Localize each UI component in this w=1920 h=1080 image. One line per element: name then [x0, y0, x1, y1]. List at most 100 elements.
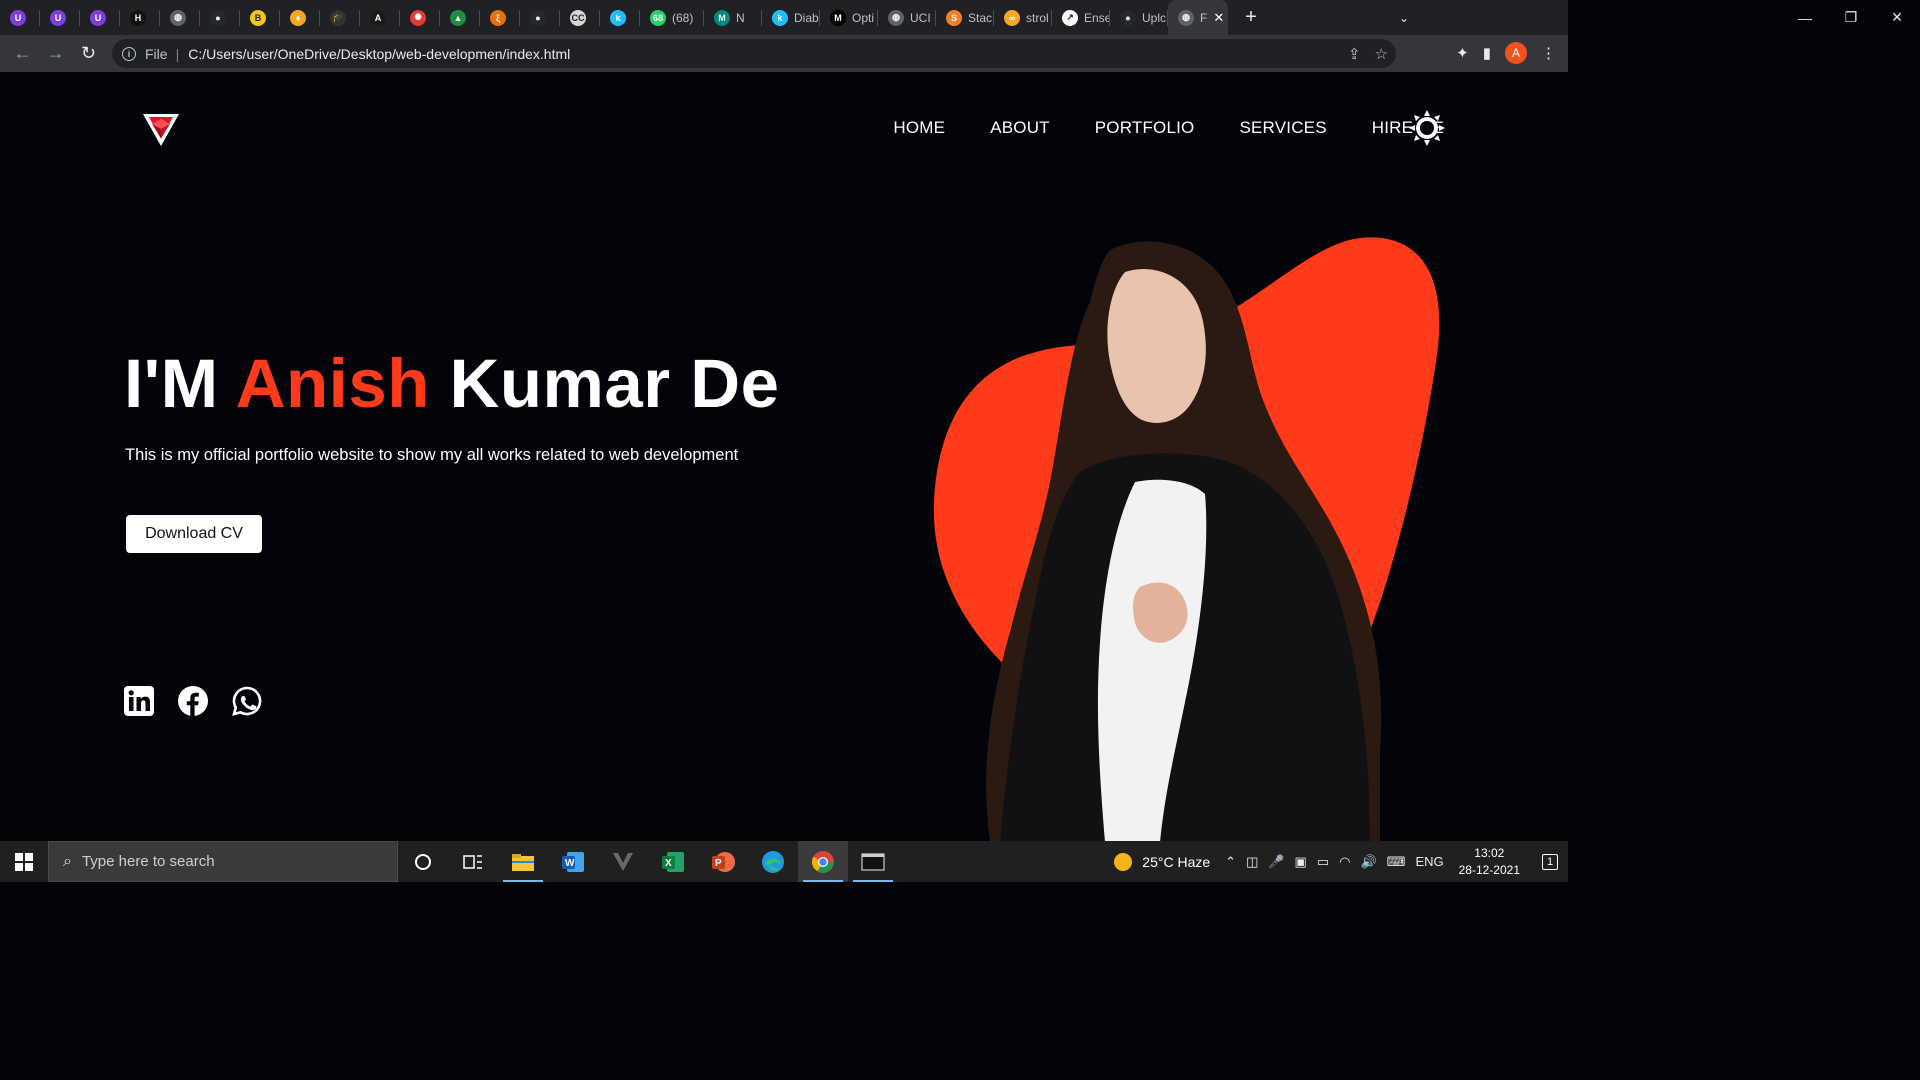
url-separator: | — [175, 45, 180, 62]
browser-tab[interactable]: S Stac — [936, 0, 994, 35]
browser-tab[interactable]: CC — [560, 0, 600, 35]
taskbar-clock[interactable]: 13:02 28-12-2021 — [1459, 845, 1520, 879]
back-button[interactable]: ← — [6, 37, 39, 70]
url-scheme-label: File — [145, 45, 168, 62]
close-window-button[interactable]: ✕ — [1874, 0, 1920, 35]
browser-tab[interactable]: H — [120, 0, 160, 35]
hero-subtitle: This is my official portfolio website to… — [125, 446, 739, 464]
cortana-icon[interactable] — [398, 841, 448, 882]
tab-search-button[interactable]: ⌄ — [1390, 0, 1418, 35]
browser-tab[interactable]: ✺ — [400, 0, 440, 35]
share-icon[interactable]: ⇪ — [1348, 45, 1361, 63]
browser-tab[interactable]: ▲ — [440, 0, 480, 35]
weather-widget[interactable]: 25°C Haze — [1114, 852, 1210, 871]
nav-link-services[interactable]: SERVICES — [1239, 118, 1326, 138]
main-nav: HOME ABOUT PORTFOLIO SERVICES HIRE ME — [848, 118, 1444, 138]
browser-tab[interactable]: ↗ Ense — [1052, 0, 1110, 35]
browser-tab[interactable]: U — [80, 0, 120, 35]
site-logo-icon[interactable] — [140, 108, 182, 148]
excel-icon[interactable]: X — [648, 841, 698, 882]
word-icon[interactable]: W — [548, 841, 598, 882]
browser-tab[interactable]: MN — [704, 0, 762, 35]
tab-favicon-icon: ∞ — [1004, 9, 1020, 26]
browser-tab[interactable]: ξ — [480, 0, 520, 35]
terminal-icon[interactable] — [848, 841, 898, 882]
bookmark-star-icon[interactable]: ☆ — [1375, 45, 1388, 63]
extensions-puzzle-icon[interactable]: ✦ — [1456, 44, 1469, 62]
tab-title: F — [1200, 10, 1208, 25]
edge-icon[interactable] — [748, 841, 798, 882]
browser-tab[interactable]: M Opti — [820, 0, 878, 35]
forward-button[interactable]: → — [39, 37, 72, 70]
nav-link-about[interactable]: ABOUT — [990, 118, 1050, 138]
browser-tab[interactable]: k — [600, 0, 640, 35]
volume-icon[interactable]: 🔊 — [1360, 854, 1376, 870]
tab-favicon-icon: M — [830, 9, 846, 26]
browser-tab[interactable]: 🎓 — [320, 0, 360, 35]
windows-taskbar: ⌕ Type here to search W X P 25°C Haze ⌃ … — [0, 841, 1568, 882]
browser-tab[interactable]: ● — [200, 0, 240, 35]
predator-sense-icon[interactable] — [598, 841, 648, 882]
tab-favicon-icon: ● — [1120, 9, 1136, 26]
browser-tab[interactable]: ● — [520, 0, 560, 35]
browser-tab[interactable]: ♦ — [280, 0, 320, 35]
tab-favicon-icon: U — [10, 9, 26, 26]
browser-tab[interactable]: 68 (68) — [640, 0, 704, 35]
tab-favicon-icon: ↗ — [1062, 9, 1078, 26]
browser-tab[interactable]: ∞ strol — [994, 0, 1052, 35]
browser-tab[interactable]: ◍ UCI — [878, 0, 936, 35]
facebook-icon[interactable] — [178, 686, 208, 716]
minimize-button[interactable]: — — [1782, 0, 1828, 35]
social-links — [124, 686, 262, 716]
browser-tab[interactable]: ◍ — [160, 0, 200, 35]
profile-avatar[interactable]: A — [1505, 42, 1527, 64]
url-text[interactable]: C:/Users/user/OneDrive/Desktop/web-devel… — [188, 46, 570, 62]
windows-logo-icon — [15, 852, 33, 871]
browser-tab[interactable]: k Diab — [762, 0, 820, 35]
tab-title: strol — [1026, 10, 1049, 25]
browser-tab[interactable]: B — [240, 0, 280, 35]
camera-icon[interactable]: ◫ — [1246, 854, 1258, 870]
new-tab-button[interactable]: + — [1236, 0, 1266, 35]
input-language[interactable]: ENG — [1415, 854, 1443, 869]
hero-name-suffix: Kumar De — [449, 345, 780, 422]
nav-link-portfolio[interactable]: PORTFOLIO — [1095, 118, 1195, 138]
address-bar[interactable]: i File | C:/Users/user/OneDrive/Desktop/… — [112, 39, 1396, 68]
tab-favicon-icon: ▲ — [450, 9, 466, 26]
download-cv-button[interactable]: Download CV — [126, 515, 262, 553]
task-view-icon[interactable] — [448, 841, 498, 882]
action-center-icon[interactable]: 1 — [1532, 853, 1568, 870]
whatsapp-icon[interactable] — [232, 686, 262, 716]
tab-title: Uplc — [1142, 10, 1167, 25]
powerpoint-icon[interactable]: P — [698, 841, 748, 882]
show-hidden-icons-chevron-icon[interactable]: ⌃ — [1225, 854, 1236, 870]
close-tab-icon[interactable]: ✕ — [1213, 10, 1224, 26]
browser-tab[interactable]: U — [0, 0, 40, 35]
battery-icon[interactable]: ▭ — [1317, 854, 1329, 870]
browser-tab[interactable]: U — [40, 0, 80, 35]
browser-tab[interactable]: ◍ F ✕ — [1168, 0, 1228, 35]
tab-title: Opti — [852, 10, 875, 25]
touch-keyboard-icon[interactable]: ⌨ — [1387, 854, 1406, 870]
tab-favicon-icon: ● — [530, 9, 546, 26]
chrome-icon[interactable] — [798, 841, 848, 882]
microphone-icon[interactable]: 🎤 — [1268, 854, 1284, 870]
linkedin-icon[interactable] — [124, 686, 154, 716]
nav-link-home[interactable]: HOME — [893, 118, 945, 138]
theme-toggle-sun-icon[interactable] — [1409, 110, 1445, 146]
side-panel-icon[interactable]: ▮ — [1483, 44, 1491, 62]
reload-button[interactable]: ↻ — [72, 37, 105, 70]
start-button[interactable] — [0, 841, 48, 882]
browser-tab[interactable]: ● Uplc — [1110, 0, 1168, 35]
taskbar-search-box[interactable]: ⌕ Type here to search — [48, 841, 398, 882]
svg-text:X: X — [665, 858, 672, 869]
restore-button[interactable]: ❐ — [1828, 0, 1874, 35]
tab-title: UCI — [910, 10, 931, 25]
meet-now-icon[interactable]: ▣ — [1295, 854, 1307, 870]
site-info-icon[interactable]: i — [122, 46, 136, 61]
tab-title: (68) — [672, 10, 694, 25]
wifi-icon[interactable]: ◠ — [1339, 854, 1350, 870]
browser-tab[interactable]: A — [360, 0, 400, 35]
browser-menu-icon[interactable]: ⋮ — [1541, 44, 1556, 62]
file-explorer-icon[interactable] — [498, 841, 548, 882]
